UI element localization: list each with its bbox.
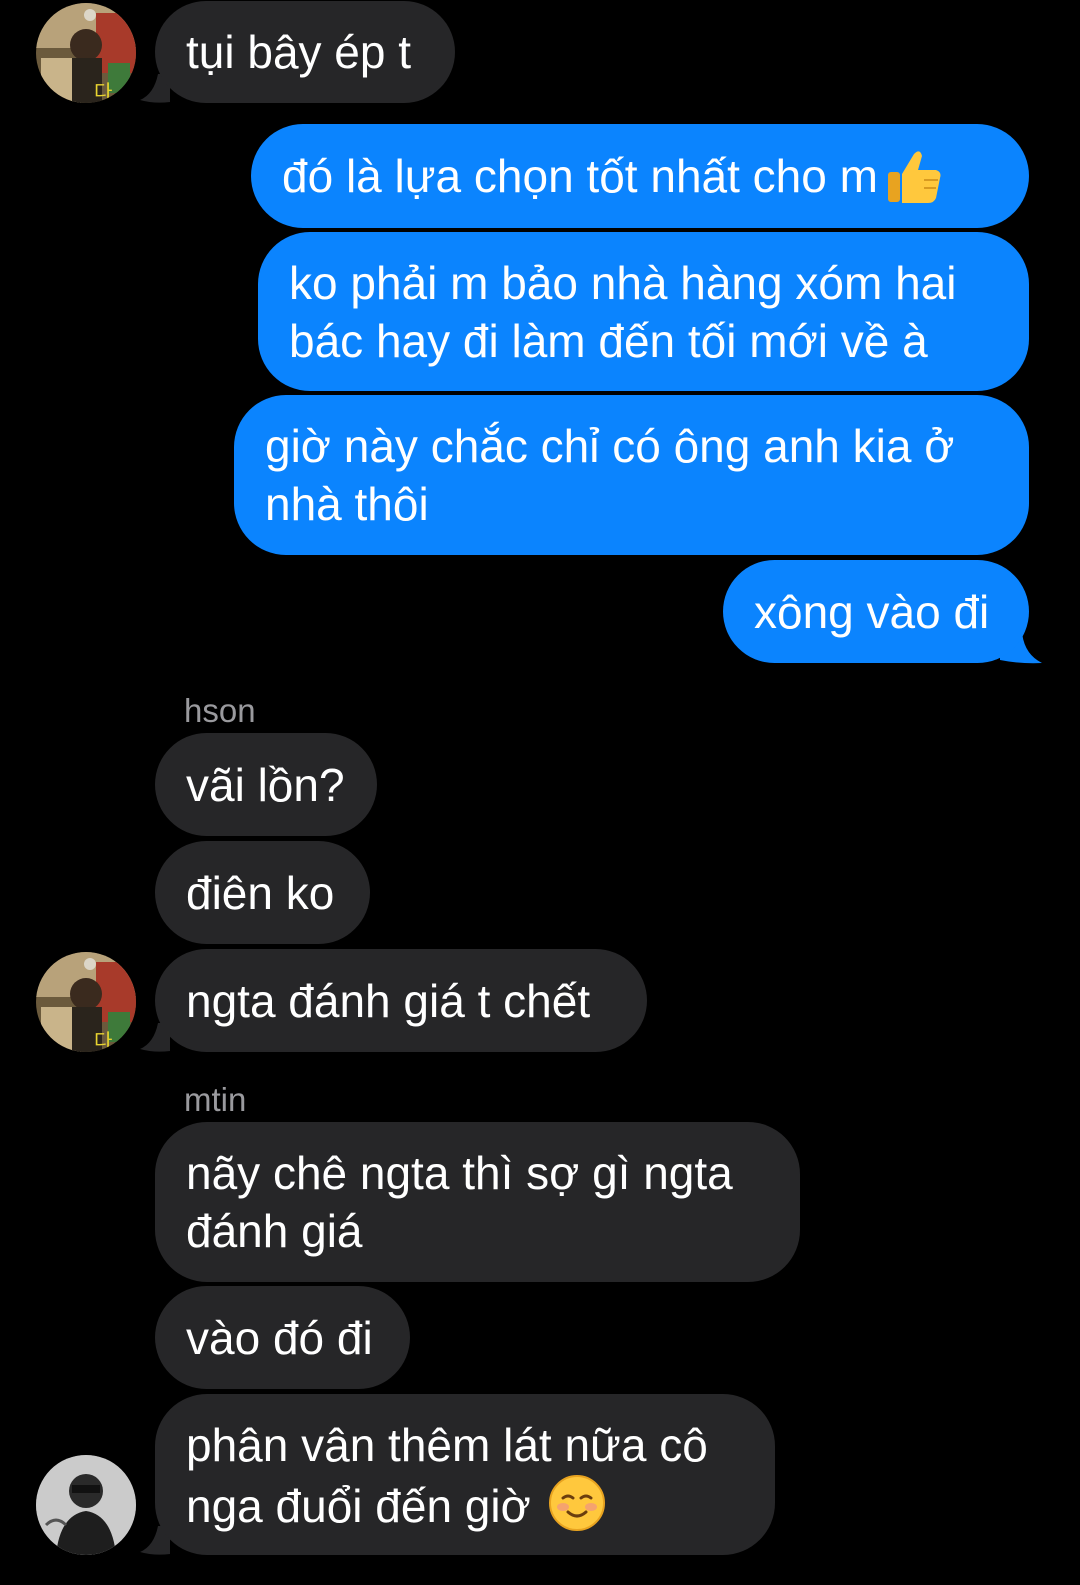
avatar-photo: 다 — [36, 952, 136, 1052]
message-bubble-incoming[interactable]: ngta đánh giá t chết — [155, 949, 647, 1052]
message-text-line: nãy chê ngta thì sợ gì ngta — [186, 1147, 733, 1199]
svg-text:다: 다 — [94, 80, 112, 103]
sender-name: mtin — [184, 1081, 247, 1118]
message-bubble-incoming[interactable]: vãi lồn? — [155, 733, 377, 836]
message-bubble-outgoing[interactable]: ko phải m bảo nhà hàng xóm hai bác hay đ… — [258, 232, 1029, 391]
message-text-line: bác hay đi làm đến tối mới về à — [289, 315, 928, 367]
sender-name: hson — [184, 692, 256, 729]
message-text-line: ko phải m bảo nhà hàng xóm hai — [289, 257, 957, 309]
avatar[interactable]: 다 — [36, 952, 136, 1052]
message-text-line: nga đuổi đến giờ — [186, 1480, 531, 1532]
message-text-line: đánh giá — [186, 1205, 363, 1257]
message-bubble-incoming[interactable]: phân vân thêm lát nữa cô nga đuổi đến gi… — [155, 1394, 775, 1555]
message-text: ngta đánh giá t chết — [186, 974, 591, 1027]
message-bubble-incoming[interactable]: nãy chê ngta thì sợ gì ngta đánh giá — [155, 1122, 800, 1282]
message-text: đó là lựa chọn tốt nhất cho m — [282, 150, 878, 202]
message-bubble-outgoing[interactable]: xông vào đi — [723, 560, 1029, 663]
message-bubble-outgoing[interactable]: giờ này chắc chỉ có ông anh kia ở nhà th… — [234, 395, 1029, 555]
avatar-photo: 다 — [36, 3, 136, 103]
svg-text:다: 다 — [94, 1029, 112, 1052]
thumbs-up-emoji — [887, 151, 941, 203]
avatar[interactable]: 다 — [36, 3, 136, 103]
message-text: tụi bây ép t — [186, 26, 412, 78]
message-text: vãi lồn? — [186, 758, 345, 811]
message-text-line: nhà thôi — [265, 478, 429, 530]
avatar[interactable] — [36, 1455, 136, 1555]
message-bubble-outgoing[interactable]: đó là lựa chọn tốt nhất cho m — [251, 124, 1029, 228]
avatar-photo — [36, 1455, 136, 1555]
message-text: vào đó đi — [186, 1311, 373, 1364]
message-bubble-incoming[interactable]: điên ko — [155, 841, 370, 944]
message-bubble-incoming[interactable]: tụi bây ép t — [155, 1, 455, 103]
message-text-line: giờ này chắc chỉ có ông anh kia ở — [265, 420, 955, 472]
message-bubble-incoming[interactable]: vào đó đi — [155, 1286, 410, 1389]
message-text: xông vào đi — [754, 585, 990, 638]
smiling-face-emoji — [548, 1475, 605, 1531]
message-text-line: phân vân thêm lát nữa cô — [186, 1419, 708, 1471]
message-text: điên ko — [186, 866, 335, 919]
